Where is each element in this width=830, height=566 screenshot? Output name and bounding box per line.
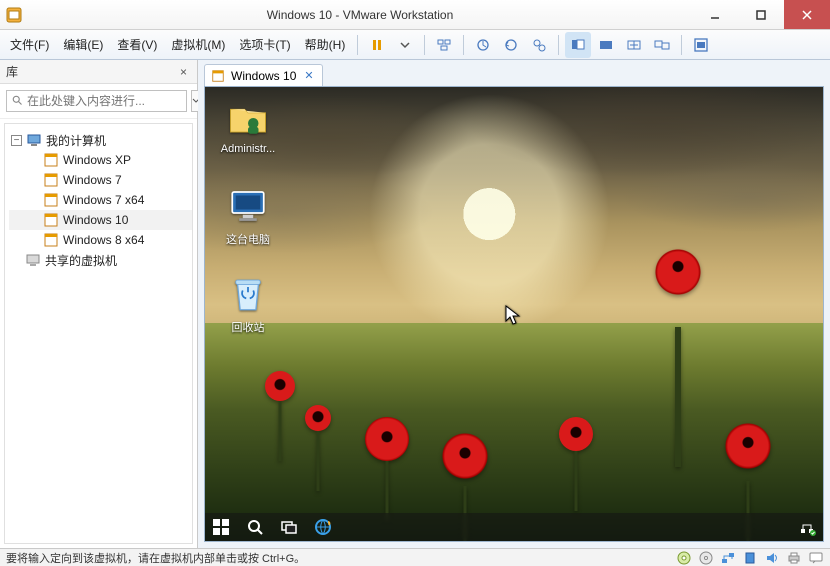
computer-icon [227, 185, 269, 227]
fullscreen-button[interactable] [688, 32, 714, 58]
start-button[interactable] [211, 517, 231, 537]
separator [558, 35, 559, 55]
status-printer-icon[interactable] [786, 550, 802, 566]
folder-user-icon [227, 97, 269, 139]
library-sidebar: 库 × − 我的计算机 Windows XP Windows 7 [0, 60, 198, 548]
wallpaper-flower [365, 417, 409, 461]
status-message: 要将输入定向到该虚拟机，请在虚拟机内部单击或按 Ctrl+G。 [6, 550, 670, 566]
desktop-icon-recycle-bin[interactable]: 回收站 [211, 273, 285, 335]
menu-tabs[interactable]: 选项卡(T) [233, 32, 296, 57]
menu-vm[interactable]: 虚拟机(M) [165, 32, 231, 57]
status-network-icon[interactable] [720, 550, 736, 566]
search-icon [11, 94, 23, 109]
collapse-icon[interactable]: − [11, 135, 22, 146]
window-titlebar: Windows 10 - VMware Workstation [0, 0, 830, 30]
send-ctrl-alt-del-button[interactable] [431, 32, 457, 58]
app-icon [0, 7, 28, 23]
vm-icon [43, 212, 59, 228]
wallpaper-flower [713, 411, 783, 481]
menu-file[interactable]: 文件(F) [4, 32, 55, 57]
status-sound-icon[interactable] [764, 550, 780, 566]
vm-icon [43, 192, 59, 208]
recycle-bin-icon [227, 273, 269, 315]
status-usb-icon[interactable] [742, 550, 758, 566]
mouse-cursor [505, 305, 521, 327]
tree-item-windows-7-x64[interactable]: Windows 7 x64 [9, 190, 192, 210]
status-bar: 要将输入定向到该虚拟机，请在虚拟机内部单击或按 Ctrl+G。 [0, 548, 830, 566]
pause-button[interactable] [364, 32, 390, 58]
wallpaper-flower [435, 426, 495, 486]
tab-close-button[interactable]: ✕ [302, 69, 315, 82]
tree-root-my-computer[interactable]: − 我的计算机 [9, 130, 192, 150]
snapshot-button[interactable] [470, 32, 496, 58]
tree-shared-vms[interactable]: 共享的虚拟机 [9, 250, 192, 270]
computer-icon [26, 132, 42, 148]
desktop-icon-label: 回收站 [211, 319, 285, 335]
search-input-container[interactable] [6, 90, 187, 112]
menubar: 文件(F) 编辑(E) 查看(V) 虚拟机(M) 选项卡(T) 帮助(H) [0, 30, 830, 60]
wallpaper-flower [305, 405, 331, 431]
tree-item-windows-10[interactable]: Windows 10 [9, 210, 192, 230]
desktop-icon-this-pc[interactable]: 这台电脑 [211, 185, 285, 247]
status-cd-icon[interactable] [698, 550, 714, 566]
vm-tree: − 我的计算机 Windows XP Windows 7 Windows 7 x… [4, 123, 193, 544]
task-view-icon[interactable] [279, 517, 299, 537]
content-area: Windows 10 ✕ Administr... 这台电脑 [198, 60, 830, 548]
vm-icon [43, 172, 59, 188]
sidebar-title: 库 [6, 63, 176, 80]
tree-item-windows-xp[interactable]: Windows XP [9, 150, 192, 170]
tab-windows-10[interactable]: Windows 10 ✕ [204, 64, 323, 86]
vm-icon [43, 232, 59, 248]
desktop-icon-label: Administr... [211, 143, 285, 155]
desktop-icon-label: 这台电脑 [211, 231, 285, 247]
taskbar-search-icon[interactable] [245, 517, 265, 537]
tab-row: Windows 10 ✕ [198, 60, 830, 86]
guest-taskbar[interactable] [205, 513, 823, 541]
revert-snapshot-button[interactable] [498, 32, 524, 58]
desktop-icon-administrator[interactable]: Administr... [211, 97, 285, 155]
vm-display[interactable]: Administr... 这台电脑 回收站 [204, 86, 824, 542]
close-button[interactable] [784, 0, 830, 29]
tree-item-windows-8-x64[interactable]: Windows 8 x64 [9, 230, 192, 250]
multi-monitor-button[interactable] [649, 32, 675, 58]
wallpaper-clouds [205, 87, 823, 337]
wallpaper-flower [559, 417, 593, 451]
separator [463, 35, 464, 55]
search-input[interactable] [27, 94, 182, 108]
power-dropdown[interactable] [392, 32, 418, 58]
wallpaper-flower [265, 371, 295, 401]
ie-icon[interactable] [313, 517, 333, 537]
minimize-button[interactable] [692, 0, 738, 29]
window-title: Windows 10 - VMware Workstation [28, 8, 692, 22]
snapshot-manager-button[interactable] [526, 32, 552, 58]
status-message-icon[interactable] [808, 550, 824, 566]
shared-icon [25, 252, 41, 268]
status-disk-icon[interactable] [676, 550, 692, 566]
wallpaper-flower [623, 217, 733, 327]
sidebar-close-button[interactable]: × [176, 65, 191, 79]
stretch-button[interactable] [621, 32, 647, 58]
show-thumbnail-button[interactable] [593, 32, 619, 58]
menu-view[interactable]: 查看(V) [111, 32, 163, 57]
tray-network-icon[interactable] [797, 517, 817, 537]
separator [681, 35, 682, 55]
vm-tab-icon [211, 69, 225, 83]
maximize-button[interactable] [738, 0, 784, 29]
tab-label: Windows 10 [231, 69, 296, 83]
vm-icon [43, 152, 59, 168]
separator [357, 35, 358, 55]
menu-help[interactable]: 帮助(H) [299, 32, 352, 57]
menu-edit[interactable]: 编辑(E) [57, 32, 109, 57]
tree-item-windows-7[interactable]: Windows 7 [9, 170, 192, 190]
show-console-button[interactable] [565, 32, 591, 58]
separator [424, 35, 425, 55]
